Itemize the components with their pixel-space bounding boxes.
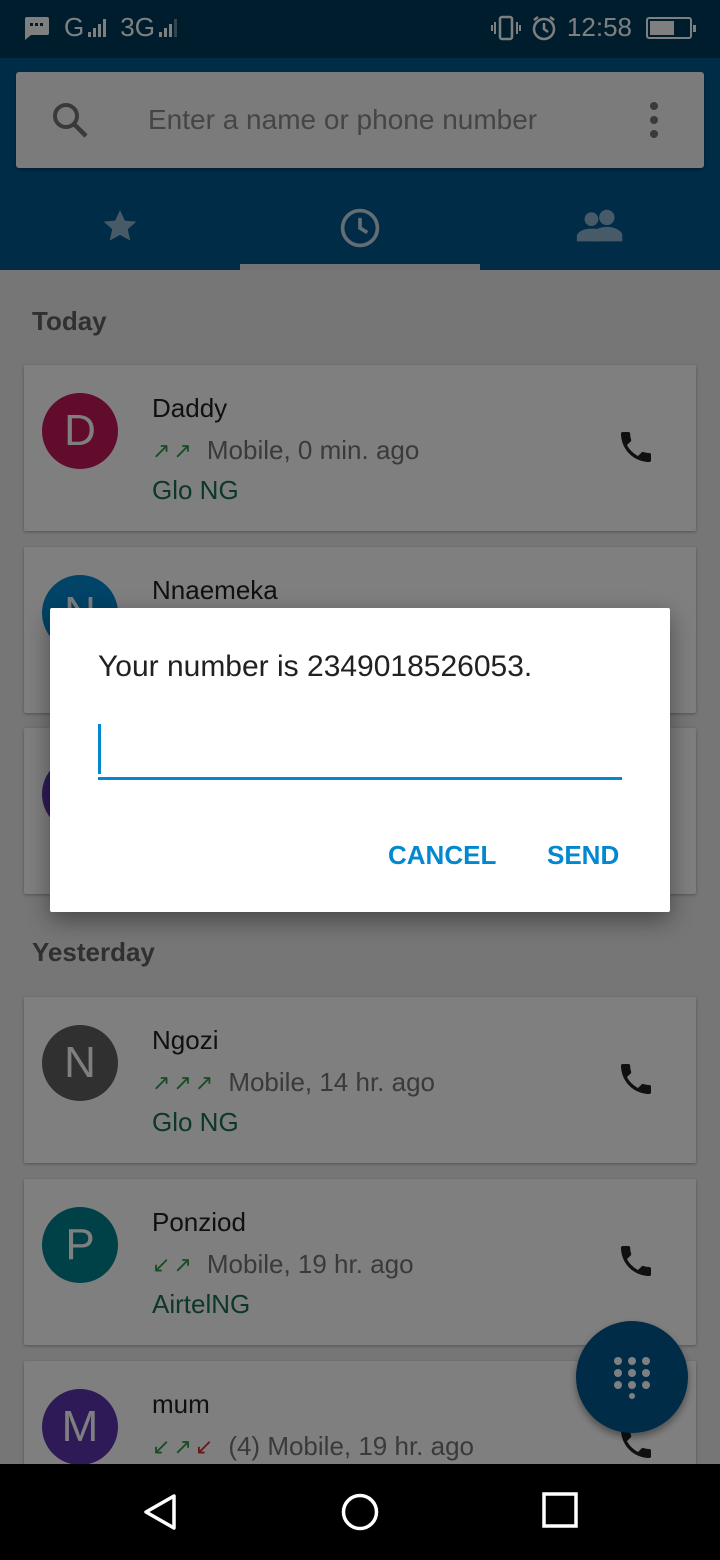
text-cursor [98, 724, 101, 774]
send-number-dialog: Your number is 2349018526053. CANCEL SEN… [50, 608, 670, 912]
dialog-text-field[interactable] [98, 724, 622, 780]
system-nav-bar [0, 1464, 720, 1560]
home-icon[interactable] [340, 1492, 380, 1532]
cancel-button[interactable]: CANCEL [388, 840, 496, 871]
recents-icon[interactable] [542, 1492, 578, 1528]
send-button[interactable]: SEND [547, 840, 619, 871]
back-icon[interactable] [142, 1492, 178, 1532]
dialog-message: Your number is 2349018526053. [98, 650, 533, 683]
